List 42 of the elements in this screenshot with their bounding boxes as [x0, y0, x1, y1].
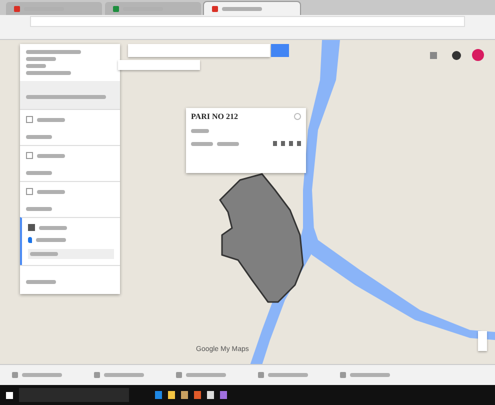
- blurred-text[interactable]: [26, 95, 106, 99]
- zoom-control[interactable]: [478, 331, 487, 351]
- blurred-text: [268, 373, 308, 377]
- layer-checkbox[interactable]: [26, 188, 33, 195]
- blurred-text: [39, 226, 67, 230]
- blurred-text: [26, 50, 81, 54]
- blurred-text: [37, 190, 65, 194]
- blurred-text: [191, 129, 209, 133]
- blurred-text: [26, 57, 56, 61]
- layer-checkbox[interactable]: [26, 152, 33, 159]
- blurred-text[interactable]: [36, 238, 66, 242]
- browser-tab[interactable]: [6, 2, 102, 15]
- blurred-text: [217, 142, 239, 146]
- start-icon[interactable]: [6, 392, 13, 398]
- blurred-text: [37, 118, 65, 122]
- blurred-text[interactable]: [26, 171, 52, 175]
- search-button[interactable]: [271, 44, 289, 57]
- blurred-text: [350, 373, 390, 377]
- blurred-text: [186, 373, 226, 377]
- blurred-text: [37, 154, 65, 158]
- taskbar-search-field[interactable]: [19, 388, 129, 402]
- blurred-text: [26, 64, 46, 68]
- account-avatar[interactable]: [472, 49, 484, 61]
- map-toolbar[interactable]: [118, 60, 200, 70]
- blurred-text: [104, 373, 144, 377]
- browser-tab[interactable]: [105, 2, 201, 15]
- layer-checkbox[interactable]: [28, 224, 35, 231]
- selected-feature[interactable]: [28, 249, 114, 259]
- blurred-text: [26, 71, 71, 75]
- blurred-text: [191, 142, 213, 146]
- close-icon[interactable]: [294, 113, 301, 120]
- layer-checkbox[interactable]: [26, 116, 33, 123]
- blurred-text[interactable]: [26, 135, 52, 139]
- blurred-text: [22, 373, 62, 377]
- popup-title: PARI NO 212: [191, 112, 238, 121]
- blurred-text[interactable]: [26, 207, 52, 211]
- address-field[interactable]: [30, 16, 465, 27]
- pin-icon: [28, 237, 32, 243]
- blurred-text[interactable]: [26, 280, 56, 284]
- search-field[interactable]: [128, 44, 270, 57]
- browser-tab[interactable]: [204, 2, 300, 15]
- blurred-text[interactable]: [30, 252, 58, 256]
